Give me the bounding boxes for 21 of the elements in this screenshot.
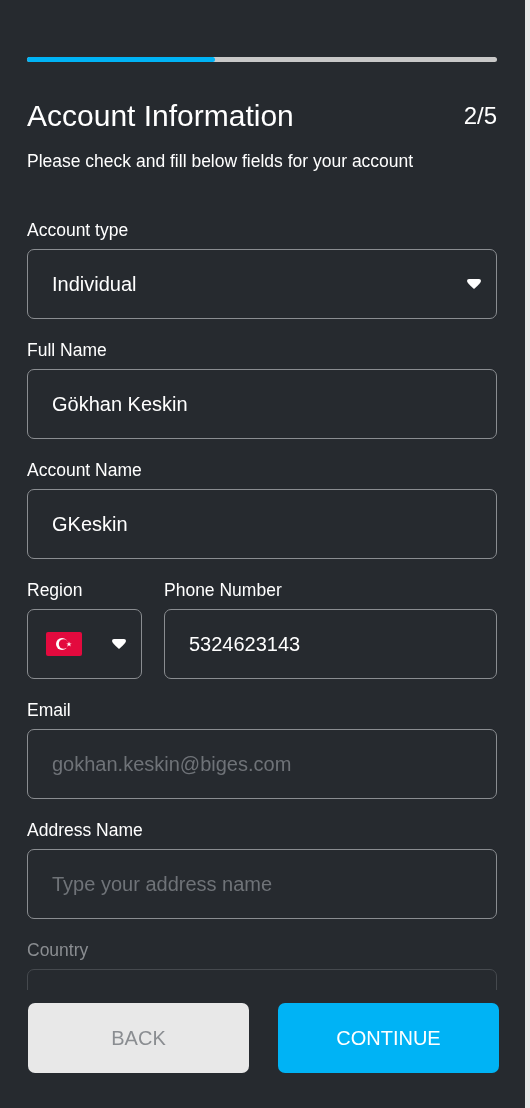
input-field[interactable]: GKeskin xyxy=(27,489,497,559)
flag-icon xyxy=(46,632,82,656)
field-label: Country xyxy=(27,939,89,961)
input-field[interactable]: Gökhan Keskin xyxy=(27,369,497,439)
region-select[interactable] xyxy=(27,609,142,679)
phone-input[interactable]: 5324623143 xyxy=(164,609,497,679)
page-title: Account Information xyxy=(27,98,294,134)
caret-icon xyxy=(466,278,482,290)
caret-icon xyxy=(111,638,127,650)
step-counter: 2/5 xyxy=(463,102,497,130)
input-field[interactable]: gokhan.keskin@biges.com xyxy=(27,729,497,799)
page-subtitle: Please check and fill below fields for your account xyxy=(27,150,415,172)
account-type-select[interactable]: Individual xyxy=(27,249,497,319)
field-label: Email xyxy=(27,699,71,721)
field-label: Address Name xyxy=(27,819,143,841)
field-label: Region xyxy=(27,579,83,601)
field-label: Account type xyxy=(27,219,129,241)
input-field[interactable]: Type your address name xyxy=(27,849,497,919)
field-label: Phone Number xyxy=(164,579,282,601)
field-label: Account Name xyxy=(27,459,142,481)
field-label: Full Name xyxy=(27,339,107,361)
